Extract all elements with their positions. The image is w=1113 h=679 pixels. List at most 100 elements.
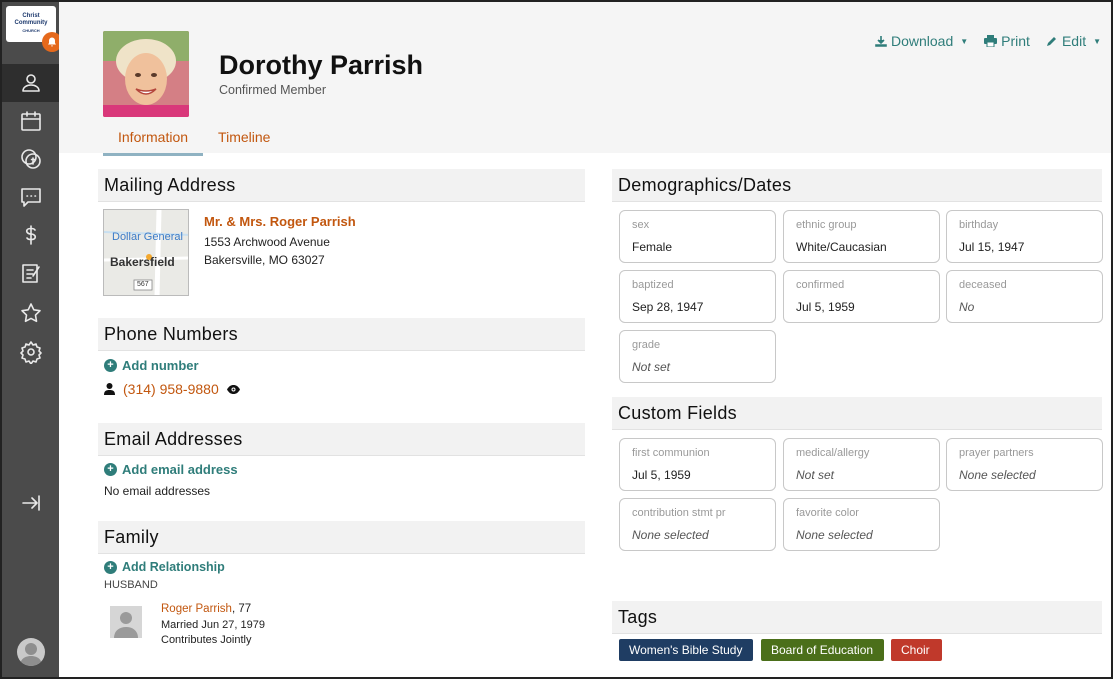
download-button[interactable]: Download ▼ [875, 33, 968, 49]
tab-information[interactable]: Information [103, 127, 204, 156]
member-status: Confirmed Member [219, 83, 326, 97]
field-label: ethnic group [796, 219, 857, 231]
add-relationship-label: Add Relationship [122, 560, 225, 574]
demographic-card-grade[interactable]: grade Not set [619, 330, 776, 383]
logo-line-1: Christ [22, 13, 40, 19]
tags-heading: Tags [612, 601, 1102, 634]
chevron-down-icon: ▼ [960, 36, 969, 46]
field-value: Sep 28, 1947 [632, 300, 704, 314]
custom-field-card-first-communion[interactable]: first communion Jul 5, 1959 [619, 438, 776, 491]
address-line-2: Bakersville, MO 63027 [204, 253, 325, 267]
tag-womens-bible-study[interactable]: Women's Bible Study [619, 639, 753, 661]
custom-field-card-prayer-partners[interactable]: prayer partners None selected [946, 438, 1103, 491]
add-relationship-button[interactable]: + Add Relationship [104, 560, 225, 574]
nav-favorites[interactable] [2, 294, 59, 332]
addressee-name[interactable]: Mr. & Mrs. Roger Parrish [204, 214, 356, 229]
family-member-name[interactable]: Roger Parrish [161, 603, 232, 615]
address-line-1: 1553 Archwood Avenue [204, 235, 330, 249]
map-poi-label: Dollar General [112, 231, 183, 243]
profile-tabs: Information Timeline [103, 127, 285, 156]
tag-choir[interactable]: Choir [891, 639, 942, 661]
edit-button[interactable]: Edit ▼ [1046, 33, 1101, 49]
field-value: Not set [632, 360, 671, 374]
dollar-icon [25, 225, 36, 245]
field-label: grade [632, 339, 661, 351]
field-value: Jul 5, 1959 [632, 468, 691, 482]
field-label: first communion [632, 447, 710, 459]
print-label: Print [1001, 33, 1030, 49]
plus-circle-icon: + [104, 359, 117, 372]
demographics-heading: Demographics/Dates [612, 169, 1102, 202]
download-icon [875, 36, 887, 47]
family-member-line: Roger Parrish, 77 [161, 603, 251, 615]
field-value: Jul 15, 1947 [959, 240, 1025, 254]
nav-forms[interactable] [2, 254, 59, 292]
nav-settings[interactable] [2, 333, 59, 371]
email-addresses-heading: Email Addresses [98, 423, 585, 456]
custom-field-card-contribution-stmt-pr[interactable]: contribution stmt pr None selected [619, 498, 776, 551]
add-number-label: Add number [122, 358, 199, 373]
demographic-card-deceased[interactable]: deceased No [946, 270, 1103, 323]
person-icon [104, 383, 115, 395]
demographic-card-baptized[interactable]: baptized Sep 28, 1947 [619, 270, 776, 323]
field-value: No [959, 300, 975, 314]
edit-label: Edit [1061, 33, 1087, 49]
nav-people[interactable] [2, 64, 59, 102]
person-name: Dorothy Parrish [219, 50, 424, 80]
download-label: Download [890, 33, 954, 49]
add-number-button[interactable]: + Add number [104, 358, 199, 373]
custom-field-card-favorite-color[interactable]: favorite color None selected [783, 498, 940, 551]
app-window: Christ Community CHURCH Dorothy Parrish … [0, 0, 1113, 679]
demographic-card-confirmed[interactable]: confirmed Jul 5, 1959 [783, 270, 940, 323]
clipboard-icon [21, 264, 40, 283]
nav-collapse[interactable] [2, 484, 59, 522]
family-heading: Family [98, 521, 585, 554]
field-value: None selected [796, 528, 873, 542]
field-label: favorite color [796, 507, 859, 519]
married-date: Married Jun 27, 1979 [161, 619, 265, 631]
nav-messages[interactable] [2, 178, 59, 216]
phone-number[interactable]: (314) 958-9880 [123, 381, 219, 397]
star-icon [20, 303, 41, 323]
field-label: sex [632, 219, 650, 231]
field-label: contribution stmt pr [632, 507, 726, 519]
logo-line-2: Community [14, 20, 48, 26]
map-town-label: Bakersfield [110, 255, 175, 269]
profile-photo [103, 31, 189, 117]
field-label: prayer partners [959, 447, 1034, 459]
demographic-card-birthday[interactable]: birthday Jul 15, 1947 [946, 210, 1103, 263]
custom-field-card-medical-allergy[interactable]: medical/allergy Not set [783, 438, 940, 491]
nav-giving[interactable] [2, 140, 59, 178]
tag-board-of-education[interactable]: Board of Education [761, 639, 884, 661]
mailing-address-heading: Mailing Address [98, 169, 585, 202]
field-label: confirmed [796, 279, 845, 291]
chat-icon [20, 188, 41, 207]
contribution-note: Contributes Jointly [161, 634, 252, 646]
tab-timeline[interactable]: Timeline [203, 127, 285, 156]
address-map[interactable]: Dollar General Bakersfield 567 [103, 209, 189, 296]
relation-label: HUSBAND [104, 579, 158, 591]
field-label: medical/allergy [796, 447, 870, 459]
coins-icon [20, 149, 41, 169]
user-avatar[interactable] [17, 638, 45, 666]
plus-circle-icon: + [104, 463, 117, 476]
field-label: birthday [959, 219, 999, 231]
eye-icon[interactable] [226, 384, 240, 394]
field-label: deceased [959, 279, 1007, 291]
print-button[interactable]: Print [984, 33, 1030, 49]
header-actions: Download ▼ Print Edit ▼ [875, 33, 1101, 49]
demographic-card-sex[interactable]: sex Female [619, 210, 776, 263]
map-route-label: 567 [137, 281, 149, 288]
plus-circle-icon: + [104, 560, 117, 574]
gear-icon [19, 341, 42, 364]
field-value: Not set [796, 468, 835, 482]
field-label: baptized [632, 279, 674, 291]
family-member-avatar[interactable] [110, 606, 142, 638]
demographic-card-ethnic-group[interactable]: ethnic group White/Caucasian [783, 210, 940, 263]
add-email-button[interactable]: + Add email address [104, 462, 238, 477]
nav-calendar[interactable] [2, 102, 59, 140]
print-icon [984, 35, 998, 47]
people-icon [21, 74, 40, 92]
phone-numbers-heading: Phone Numbers [98, 318, 585, 351]
nav-finance[interactable] [2, 216, 59, 254]
